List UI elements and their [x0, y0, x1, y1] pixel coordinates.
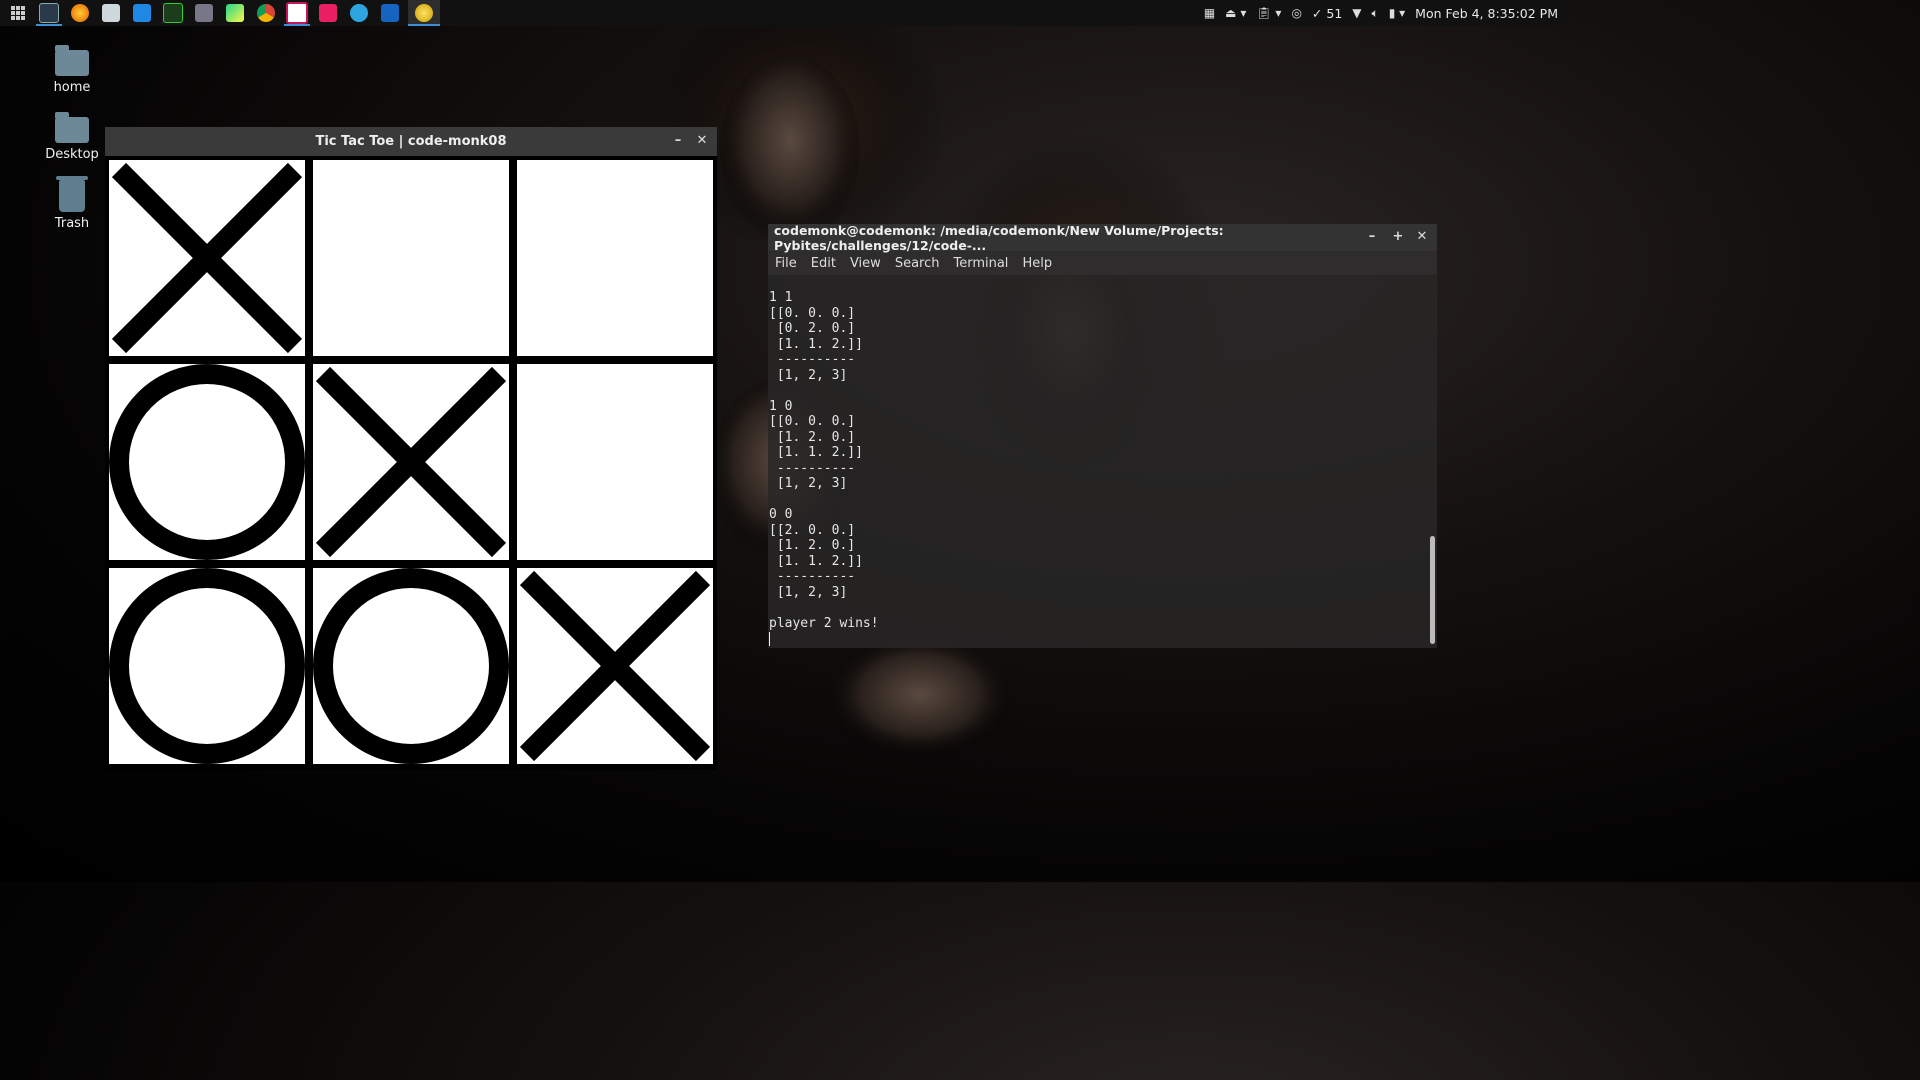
terminal-window: codemonk@codemonk: /media/codemonk/New V… [768, 222, 1437, 648]
system-tray: ▦ ⏏ ▾ 📋︎ ▾ ◎ ✓ 51 ▼ 🔈︎ ▮ ▾ Mon Feb 4, 8:… [1204, 0, 1558, 26]
x-mark [519, 570, 711, 762]
menu-search[interactable]: Search [895, 256, 940, 271]
o-mark [313, 568, 509, 764]
x-mark [111, 162, 303, 354]
board-cell[interactable] [313, 364, 509, 560]
folder-icon [55, 112, 89, 143]
trash-icon [56, 176, 88, 212]
chrome-icon[interactable] [253, 0, 279, 26]
menu-view[interactable]: View [850, 256, 881, 271]
board-cell[interactable] [517, 160, 713, 356]
indicator-icon[interactable]: ◎ [1291, 6, 1301, 20]
board-cell[interactable] [313, 568, 509, 764]
menu-edit[interactable]: Edit [811, 256, 836, 271]
desktop-icon-label: home [53, 80, 91, 95]
battery-icon[interactable]: ▮ ▾ [1389, 6, 1405, 20]
window-title: codemonk@codemonk: /media/codemonk/New V… [774, 222, 1224, 253]
clock[interactable]: Mon Feb 4, 8:35:02 PM [1415, 6, 1558, 21]
app-grid-icon[interactable] [5, 0, 31, 26]
workspace-icon[interactable]: ▦ [1204, 6, 1215, 20]
maximize-button[interactable]: + [1389, 228, 1407, 246]
o-mark [109, 364, 305, 560]
o-mark [109, 568, 305, 764]
menu-terminal[interactable]: Terminal [953, 256, 1008, 271]
firefox-icon[interactable] [67, 0, 93, 26]
desktop-icon-label: Trash [54, 216, 90, 231]
wifi-icon[interactable]: ▼ [1352, 6, 1361, 20]
minimize-button[interactable]: – [669, 132, 687, 150]
screenshot-icon[interactable] [191, 0, 217, 26]
text-cursor [769, 631, 770, 646]
pycharm-icon[interactable] [222, 0, 248, 26]
home-folder-icon [55, 45, 89, 76]
minimize-button[interactable]: – [1363, 228, 1381, 246]
x-mark [315, 366, 507, 558]
close-button[interactable]: ✕ [1413, 228, 1431, 246]
board-cell[interactable] [109, 160, 305, 356]
wps-writer-icon[interactable] [377, 0, 403, 26]
top-panel: ▦ ⏏ ▾ 📋︎ ▾ ◎ ✓ 51 ▼ 🔈︎ ▮ ▾ Mon Feb 4, 8:… [0, 0, 1568, 26]
system-monitor-icon[interactable] [160, 0, 186, 26]
board-cell[interactable] [109, 364, 305, 560]
sublime-text-icon[interactable] [284, 0, 310, 26]
terminal-icon[interactable] [36, 0, 62, 26]
eject-icon[interactable]: ⏏ ▾ [1225, 6, 1246, 20]
menu-help[interactable]: Help [1022, 256, 1052, 271]
terminal-titlebar[interactable]: codemonk@codemonk: /media/codemonk/New V… [768, 222, 1437, 253]
window-title: Tic Tac Toe | code-monk08 [315, 134, 507, 149]
clipboard-icon[interactable]: 📋︎ ▾ [1256, 6, 1281, 20]
updates-indicator[interactable]: ✓ 51 [1312, 6, 1342, 21]
volume-icon[interactable]: 🔈︎ [1372, 6, 1379, 21]
tictactoe-window: Tic Tac Toe | code-monk08 – ✕ [105, 127, 717, 770]
board-cell[interactable] [313, 160, 509, 356]
app-launcher [0, 0, 440, 26]
desktop-icon-trash[interactable]: Trash [32, 176, 112, 231]
menu-file[interactable]: File [775, 256, 797, 271]
board-cell[interactable] [517, 568, 713, 764]
updates-count: 51 [1326, 5, 1343, 21]
desktop-icon-label: Desktop [45, 147, 99, 162]
desktop-icon-desktop[interactable]: Desktop [32, 112, 112, 162]
music-app-icon[interactable] [315, 0, 341, 26]
terminal-output: 1 1 [[0. 0. 0.] [0. 2. 0.] [1. 1. 2.]] -… [769, 290, 879, 631]
python-game-icon[interactable] [408, 0, 440, 26]
tictactoe-titlebar[interactable]: Tic Tac Toe | code-monk08 – ✕ [105, 127, 717, 156]
telegram-icon[interactable] [346, 0, 372, 26]
file-manager-icon[interactable] [98, 0, 124, 26]
terminal-menubar: File Edit View Search Terminal Help [768, 251, 1437, 275]
close-button[interactable]: ✕ [693, 132, 711, 150]
scrollbar[interactable] [1430, 536, 1435, 644]
terminal-output-area[interactable]: 1 1 [[0. 0. 0.] [0. 2. 0.] [1. 1. 2.]] -… [769, 290, 1424, 648]
board-cell[interactable] [109, 568, 305, 764]
desktop-icon-home[interactable]: home [32, 45, 112, 95]
board-cell[interactable] [517, 364, 713, 560]
vscode-icon[interactable] [129, 0, 155, 26]
game-board [105, 156, 717, 770]
